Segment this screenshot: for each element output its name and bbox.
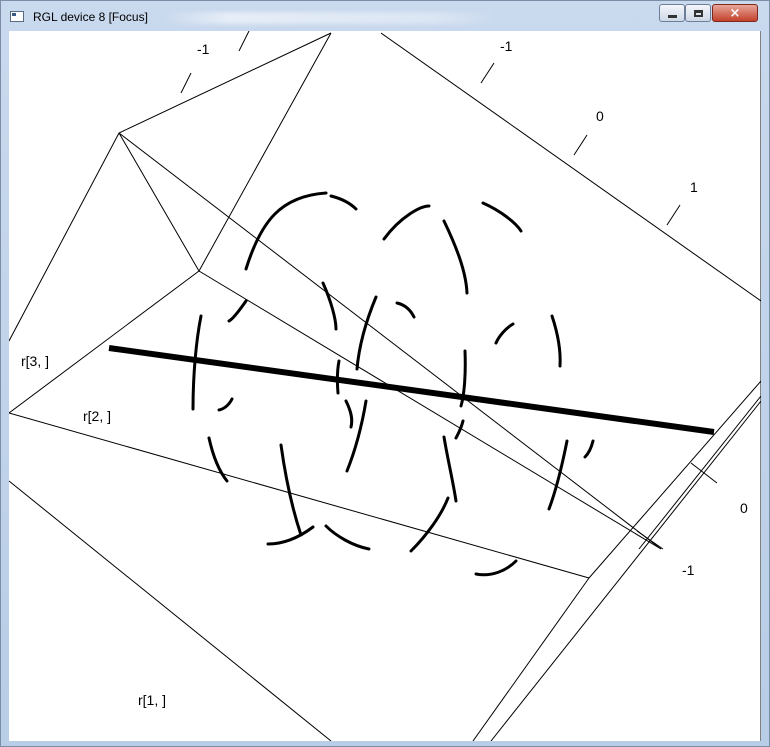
minimize-button[interactable] [659,4,685,22]
circle-arc [395,301,416,319]
box-edge [380,32,761,302]
thick-axis-line [108,345,715,435]
circle-arc [442,219,469,295]
circle-arc [244,191,328,271]
box-edge [9,412,590,579]
tick-label: -1 [682,562,695,578]
box-edge [9,270,200,414]
circle-arc [409,496,450,553]
circle-arc [227,299,248,323]
circle-arc [583,439,595,459]
circle-arc [355,295,378,371]
tick-mark [690,462,718,484]
circle-arc [481,201,523,233]
circle-arc [494,322,515,345]
box-edge [9,480,332,741]
circle-arc [474,559,518,577]
circle-arc [329,194,358,211]
axis-label-y: r[2, ] [83,408,112,424]
maximize-button[interactable] [685,4,711,22]
rgl-window: RGL device 8 [Focus] × -1 -1 0 1 0 -1 r[… [0,0,770,747]
axis-label-z: r[3, ] [21,353,50,369]
tick-label: 0 [740,500,748,516]
close-button[interactable]: × [712,4,758,22]
minimize-icon [667,14,677,18]
circle-arc [321,281,338,331]
window-title: RGL device 8 [Focus] [33,10,148,24]
box-edge [588,380,761,579]
tick-label: -1 [500,38,513,54]
box-edge [198,270,662,550]
tick-label: -1 [197,41,210,57]
tick-label: 0 [596,108,604,124]
circle-arc [344,399,354,429]
box-edge [9,32,332,342]
circle-arc [279,443,303,537]
circle-arc [324,524,371,551]
tick-label: 1 [690,179,698,195]
dashed-circles [191,191,595,577]
close-icon: × [729,5,741,21]
tick-mark [180,72,192,94]
tick-mark [238,31,250,52]
box-edge [638,395,761,550]
3d-scene [9,31,761,741]
app-icon[interactable] [10,11,24,22]
tick-marks [180,31,718,550]
box-edge [118,132,662,550]
tick-mark [480,62,495,84]
circle-arc [550,314,562,368]
tick-mark [573,134,588,156]
title-bar[interactable]: RGL device 8 [Focus] × [1,1,769,31]
box-edge [118,32,332,273]
box-edge [490,400,761,741]
tick-mark [666,204,681,226]
title-bar-background-text [161,12,501,24]
circle-arc [266,525,315,546]
circle-arc [217,397,234,412]
rgl-3d-canvas[interactable]: -1 -1 0 1 0 -1 r[3, ] r[2, ] r[1, ] [9,31,761,741]
circle-arc [382,204,431,241]
axis-label-x: r[1, ] [138,692,167,708]
box-edge [472,577,590,741]
maximize-icon [693,9,703,17]
circle-arc [442,435,458,503]
